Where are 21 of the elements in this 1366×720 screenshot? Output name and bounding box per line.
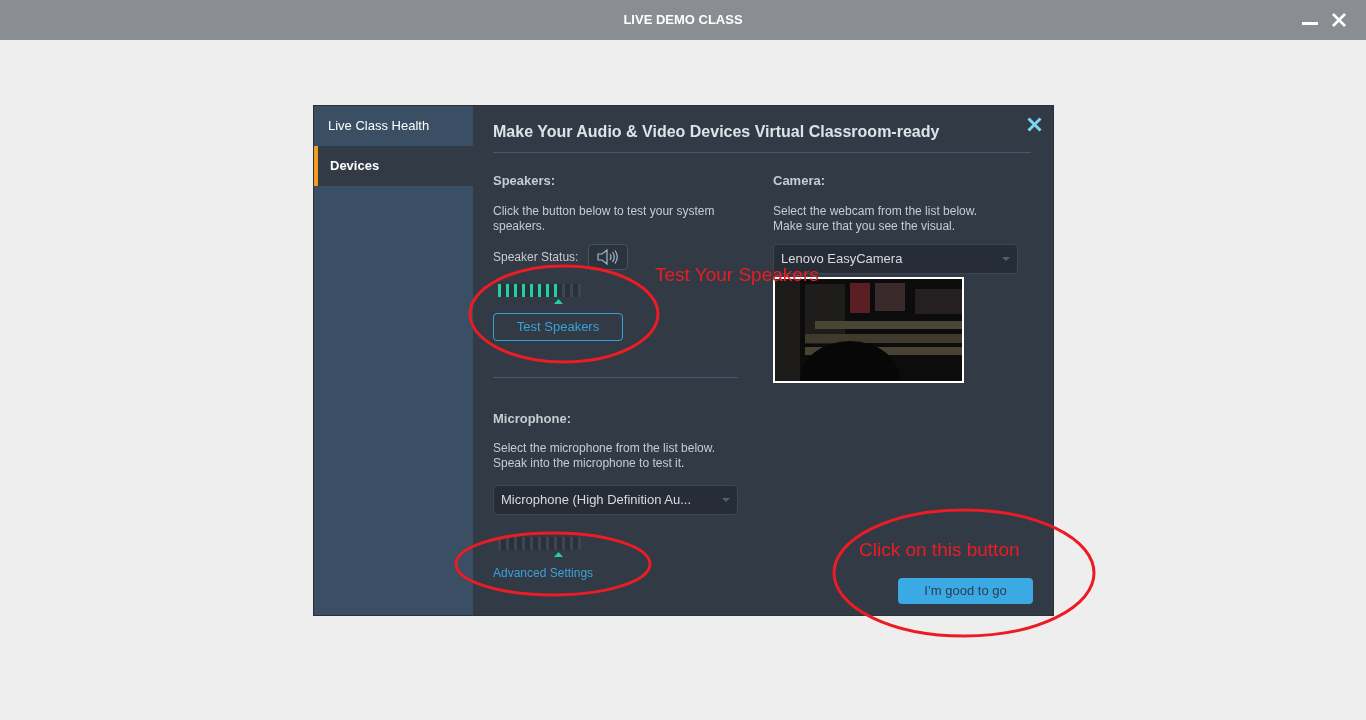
device-dropdown[interactable]: Microphone (High Definition Au... — [493, 485, 738, 515]
section-heading: Camera: — [773, 172, 827, 190]
section-heading: Speakers: — [493, 172, 557, 190]
annotation-text: Click on this button — [859, 538, 1020, 562]
speaker-status-label: Speaker Status: — [493, 248, 579, 266]
advanced-settings-link[interactable]: Advanced Settings — [493, 564, 594, 582]
close-icon[interactable] — [1027, 117, 1042, 132]
caret-icon — [1002, 256, 1010, 261]
section-description: Click the button below to test your system speakers. — [493, 203, 716, 234]
sidebar-item[interactable]: Live Class Health — [314, 106, 473, 146]
test-speakers-button[interactable]: Test Speakers — [493, 312, 623, 341]
section-description: Select the webcam from the list below. Make sure that you see the visual. — [773, 203, 979, 234]
sidebar-item[interactable]: Devices — [314, 146, 473, 186]
caret-icon — [722, 498, 730, 502]
dialog-title: Make Your Audio & Video Devices Virtual Classroom-ready — [493, 122, 941, 142]
speaker-icon — [597, 248, 620, 265]
section-heading: Microphone: — [493, 409, 572, 428]
section-description: Select the microphone from the list below. Speak into the microphone to test it. — [493, 441, 717, 471]
threshold-marker-icon — [554, 552, 563, 557]
window-title: LIVE DEMO CLASS — [623, 11, 743, 30]
confirm-button[interactable]: I’m good to go — [898, 578, 1033, 604]
